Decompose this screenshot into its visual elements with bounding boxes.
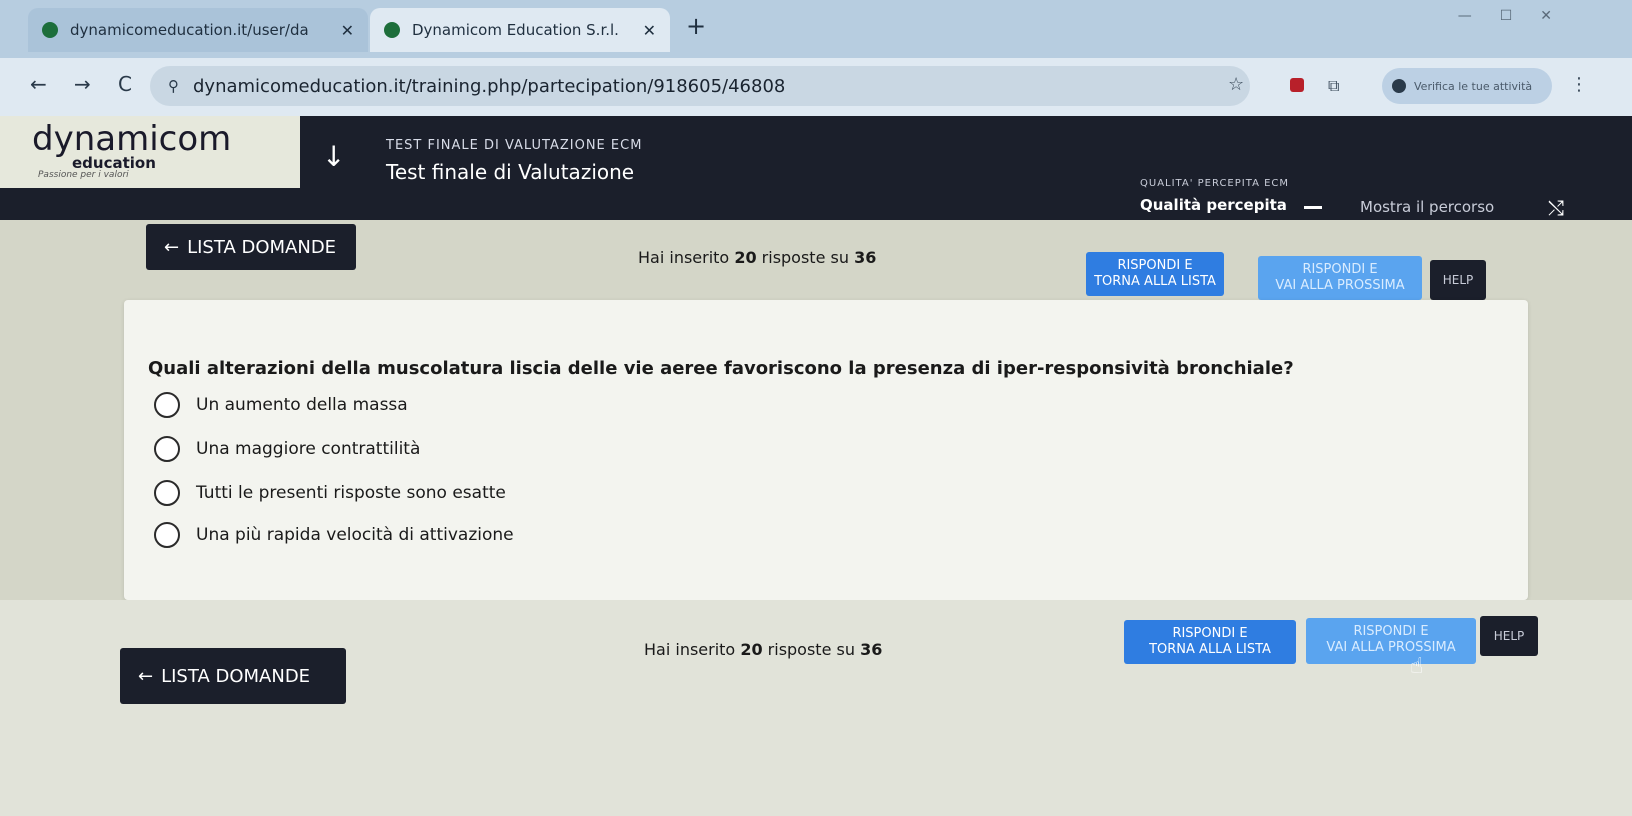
- answers-count-bottom: Hai inserito 20 risposte su 36: [644, 640, 883, 659]
- logo-main: dynamicom: [32, 119, 232, 159]
- question-list-label: LISTA DOMANDE: [187, 236, 337, 258]
- url-input[interactable]: ⚲ dynamicomeducation.it/training.php/par…: [150, 66, 1250, 106]
- answer-option[interactable]: Una maggiore contrattilità: [154, 436, 420, 462]
- shuffle-icon[interactable]: ⤭: [1548, 196, 1564, 220]
- answer-next-button[interactable]: RISPONDI E VAI ALLA PROSSIMA: [1258, 256, 1422, 300]
- radio-button[interactable]: [154, 522, 180, 548]
- question-text: Quali alterazioni della muscolatura lisc…: [148, 358, 1294, 379]
- address-bar-row: ← → C ⚲ dynamicomeducation.it/training.p…: [0, 58, 1632, 116]
- quality-title[interactable]: Qualità percepita: [1140, 196, 1287, 214]
- option-label: Un aumento della massa: [196, 395, 408, 415]
- question-list-button-bottom[interactable]: ← LISTA DOMANDE: [120, 648, 346, 704]
- maximize-icon[interactable]: ☐: [1500, 8, 1513, 24]
- quality-subtitle: QUALITA' PERCEPITA ECM: [1140, 178, 1290, 189]
- reload-icon[interactable]: C: [118, 72, 132, 96]
- close-icon[interactable]: ✕: [341, 21, 354, 40]
- help-button[interactable]: HELP: [1430, 260, 1486, 300]
- profile-pill[interactable]: Verifica le tue attività: [1382, 68, 1552, 104]
- back-icon[interactable]: ←: [30, 72, 47, 96]
- option-label: Una più rapida velocità di attivazione: [196, 525, 514, 545]
- site-info-icon[interactable]: ⚲: [168, 77, 179, 95]
- tab-user[interactable]: dynamicomeducation.it/user/da ✕: [28, 8, 368, 52]
- avatar: [1392, 79, 1406, 93]
- extensions-puzzle-icon[interactable]: ⧉: [1328, 76, 1339, 96]
- site-favicon-icon: [42, 22, 58, 38]
- quality-dash: [1304, 206, 1322, 209]
- radio-button[interactable]: [154, 392, 180, 418]
- site-favicon-icon: [384, 22, 400, 38]
- extension-icon[interactable]: [1290, 78, 1304, 92]
- show-path-link[interactable]: Mostra il percorso: [1360, 198, 1494, 216]
- question-list-label: LISTA DOMANDE: [161, 665, 311, 687]
- close-window-icon[interactable]: ✕: [1540, 8, 1552, 24]
- tab-title: Dynamicom Education S.r.l.: [412, 21, 619, 39]
- window-controls: — ☐ ✕: [1458, 8, 1552, 24]
- question-card: Quali alterazioni della muscolatura lisc…: [124, 300, 1528, 600]
- tab-title: dynamicomeducation.it/user/da: [70, 21, 309, 39]
- option-label: Una maggiore contrattilità: [196, 439, 421, 459]
- answer-option[interactable]: Un aumento della massa: [154, 392, 408, 418]
- down-arrow-icon[interactable]: ↓: [322, 140, 345, 173]
- answer-option[interactable]: Una più rapida velocità di attivazione: [154, 522, 514, 548]
- tab-dynamicom[interactable]: Dynamicom Education S.r.l. ✕: [370, 8, 670, 52]
- new-tab-button[interactable]: +: [686, 12, 706, 40]
- back-arrow-icon: ←: [164, 236, 180, 258]
- logo-tagline: Passione per i valori: [38, 170, 129, 180]
- answer-return-button-bottom[interactable]: RISPONDI E TORNA ALLA LISTA: [1124, 620, 1296, 664]
- forward-icon[interactable]: →: [74, 72, 91, 96]
- minimize-icon[interactable]: —: [1458, 8, 1472, 24]
- radio-button[interactable]: [154, 480, 180, 506]
- close-icon[interactable]: ✕: [643, 21, 656, 40]
- option-label: Tutti le presenti risposte sono esatte: [196, 483, 506, 503]
- answers-count: Hai inserito 20 risposte su 36: [638, 248, 877, 267]
- question-list-button[interactable]: ← LISTA DOMANDE: [146, 224, 356, 270]
- back-arrow-icon: ←: [138, 665, 154, 687]
- test-subtitle: TEST FINALE DI VALUTAZIONE ECM: [386, 138, 643, 153]
- logo[interactable]: dynamicom education Passione per i valor…: [0, 116, 300, 188]
- menu-kebab-icon[interactable]: ⋮: [1570, 74, 1588, 95]
- answer-return-button[interactable]: RISPONDI E TORNA ALLA LISTA: [1086, 252, 1224, 296]
- site-header: dynamicom education Passione per i valor…: [0, 116, 1632, 220]
- answer-option[interactable]: Tutti le presenti risposte sono esatte: [154, 480, 506, 506]
- browser-tab-bar: dynamicomeducation.it/user/da ✕ Dynamico…: [0, 0, 1632, 58]
- url-text: dynamicomeducation.it/training.php/parte…: [193, 75, 786, 97]
- test-title: Test finale di Valutazione: [386, 160, 635, 184]
- bookmark-star-icon[interactable]: ☆: [1228, 74, 1244, 95]
- help-button-bottom[interactable]: HELP: [1480, 616, 1538, 656]
- hand-cursor-icon: ☝: [1410, 654, 1424, 679]
- verify-label: Verifica le tue attività: [1414, 79, 1533, 93]
- radio-button[interactable]: [154, 436, 180, 462]
- answer-next-button-bottom[interactable]: RISPONDI E VAI ALLA PROSSIMA: [1306, 618, 1476, 664]
